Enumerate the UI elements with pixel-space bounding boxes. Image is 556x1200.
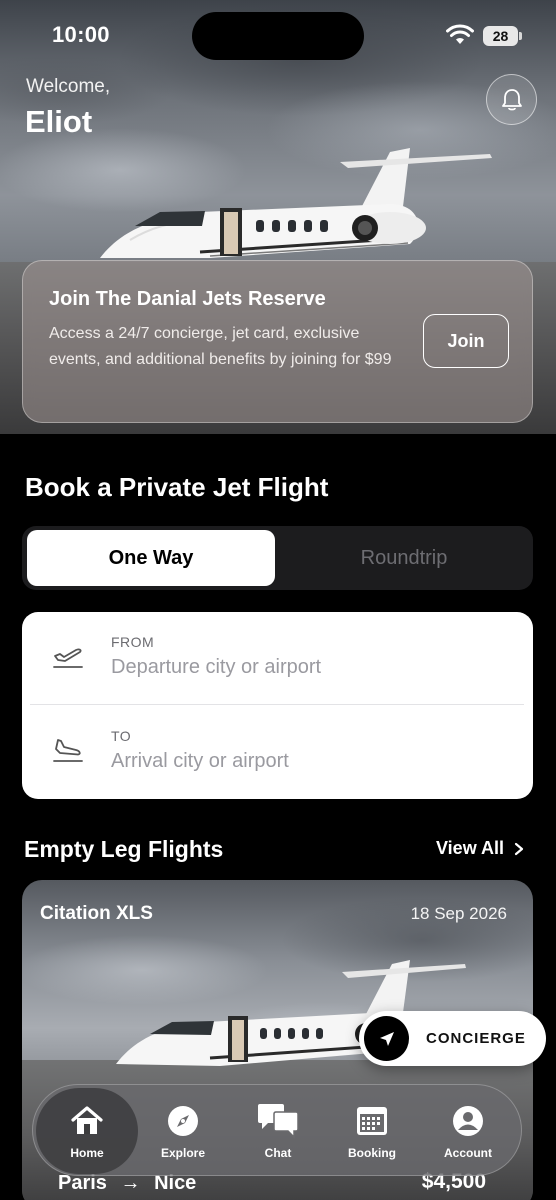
dynamic-island — [192, 12, 364, 60]
tab-booking[interactable]: Booking — [324, 1085, 420, 1177]
tab-chat-label: Chat — [264, 1146, 292, 1160]
calendar-icon — [357, 1107, 387, 1135]
tab-home[interactable]: Home — [36, 1088, 138, 1174]
reserve-description: Access a 24/7 concierge, jet card, exclu… — [49, 325, 392, 368]
tab-chat[interactable]: Chat — [230, 1085, 326, 1177]
roundtrip-tab[interactable]: Roundtrip — [280, 530, 528, 586]
compass-icon — [168, 1106, 198, 1136]
tab-account-label: Account — [444, 1146, 492, 1160]
chat-bubbles-icon — [258, 1104, 299, 1139]
to-label: TO — [111, 728, 132, 744]
view-all-label: View All — [436, 838, 505, 858]
reserve-title: Join The Danial Jets Reserve — [49, 288, 326, 310]
battery-indicator: 28 — [483, 26, 522, 46]
concierge-label: CONCIERGE — [426, 1030, 526, 1047]
from-field[interactable]: FROM Departure city or airport — [22, 612, 533, 704]
tab-home-label: Home — [70, 1146, 104, 1160]
to-input[interactable]: Arrival city or airport — [111, 750, 289, 773]
welcome-text: Welcome, — [26, 76, 111, 97]
bell-icon — [501, 88, 522, 110]
notifications-button[interactable] — [486, 74, 537, 125]
tab-explore-label: Explore — [160, 1146, 205, 1160]
home-icon — [71, 1106, 103, 1134]
user-name: Eliot — [25, 104, 93, 139]
trip-type-toggle: One Way Roundtrip — [22, 526, 533, 590]
navigation-arrow-icon — [364, 1016, 409, 1061]
status-time: 10:00 — [52, 22, 110, 47]
route-card: FROM Departure city or airport TO Arriva… — [22, 612, 533, 799]
to-field[interactable]: TO Arrival city or airport — [22, 706, 533, 798]
join-button[interactable]: Join — [423, 314, 509, 368]
private-jet-image — [100, 148, 492, 258]
one-way-tab[interactable]: One Way — [27, 530, 275, 586]
from-label: FROM — [111, 634, 155, 650]
view-all-link[interactable]: View All — [436, 838, 524, 859]
flight-date: 18 Sep 2026 — [410, 904, 507, 923]
concierge-button[interactable]: CONCIERGE — [359, 1011, 546, 1066]
reserve-membership-card: Join The Danial Jets Reserve Access a 24… — [22, 260, 533, 423]
plane-takeoff-icon — [53, 648, 83, 668]
empty-leg-title: Empty Leg Flights — [24, 836, 224, 862]
account-icon — [453, 1106, 483, 1136]
tab-account[interactable]: Account — [420, 1085, 516, 1177]
bottom-tab-bar: Home Explore Chat Booking Account — [32, 1084, 522, 1176]
tab-booking-label: Booking — [348, 1146, 396, 1160]
from-input[interactable]: Departure city or airport — [111, 656, 321, 679]
tab-explore[interactable]: Explore — [135, 1085, 231, 1177]
plane-landing-icon — [53, 739, 83, 762]
route-divider — [30, 704, 524, 705]
book-section-title: Book a Private Jet Flight — [25, 472, 329, 502]
chevron-right-icon — [514, 842, 524, 855]
wifi-icon — [446, 24, 474, 44]
aircraft-name: Citation XLS — [40, 903, 153, 924]
